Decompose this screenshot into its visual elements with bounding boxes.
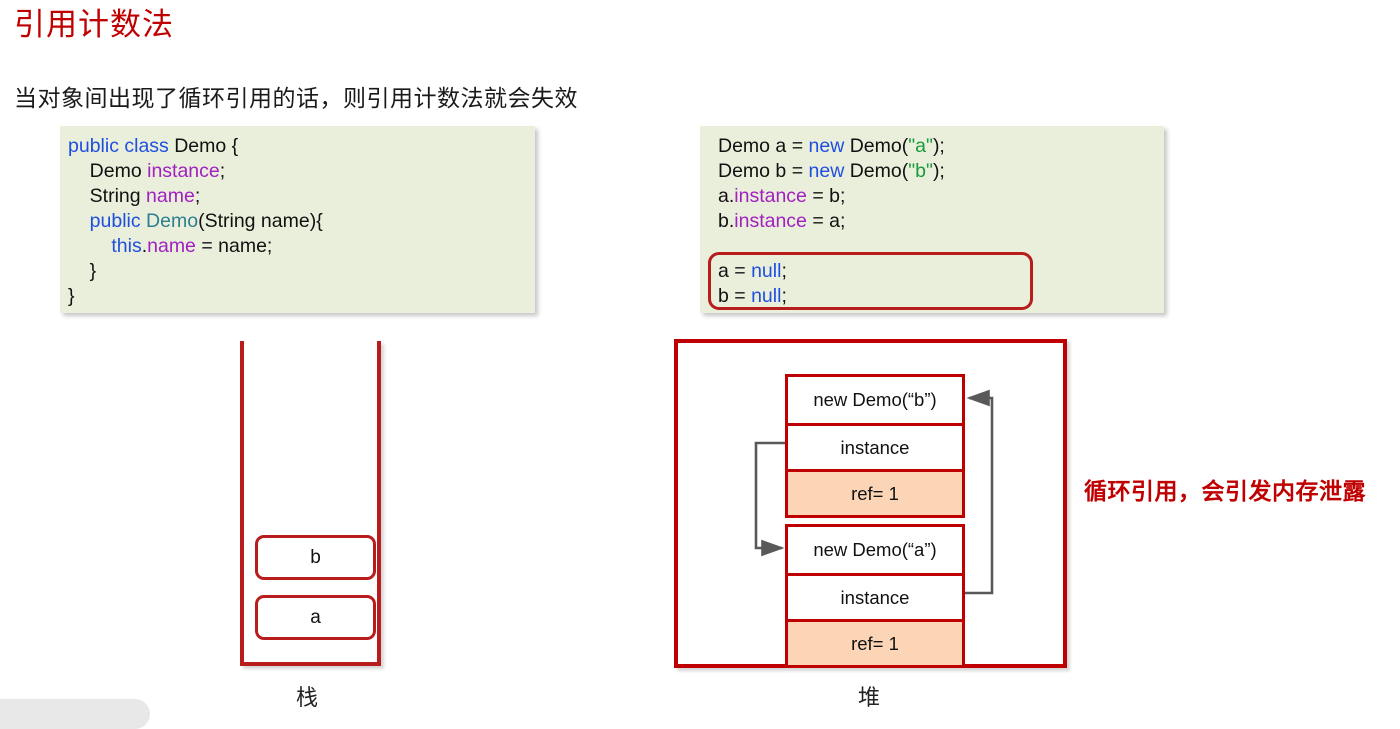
code-token: String (68, 185, 147, 207)
code-lines-right: Demo a = new Demo("a"); Demo b = new Demo… (718, 134, 1164, 309)
code-token: public (68, 210, 147, 232)
heap-caption: 堆 (858, 686, 881, 711)
heap-container: new Demo(“b”) instance ref= 1 new Demo(“… (674, 339, 1067, 668)
code-token: ); (932, 160, 945, 182)
code-token: Demo (146, 210, 199, 232)
heap-object-b: new Demo(“b”) instance ref= 1 (785, 374, 965, 518)
code-token: ; (219, 160, 226, 182)
code-lines-left: public class Demo { Demo instance; Strin… (68, 134, 535, 309)
memory-leak-annotation: 循环引用，会引发内存泄露 (1084, 478, 1366, 505)
arrow-b-instance-to-a (754, 441, 785, 557)
code-token: Demo( (844, 160, 909, 182)
code-line: Demo instance; (68, 159, 535, 184)
code-line: } (68, 284, 535, 309)
code-token: null (751, 260, 782, 282)
code-token: ; (781, 260, 787, 282)
arrow-a-instance-to-b (965, 389, 994, 595)
code-line: String name; (68, 184, 535, 209)
code-token: this (111, 235, 142, 257)
page-subtitle: 当对象间出现了循环引用的话，则引用计数法就会失效 (14, 86, 578, 112)
code-line: this.name = name; (68, 234, 535, 259)
heap-object-b-refcount: ref= 1 (788, 469, 962, 515)
stack-caption: 栈 (296, 686, 319, 711)
code-token: name (147, 235, 196, 257)
heap-object-b-instance-field: instance (788, 423, 962, 469)
code-line: Demo a = new Demo("a"); (718, 134, 1164, 159)
code-token: = b; (806, 185, 846, 207)
heap-object-a-title: new Demo(“a”) (788, 527, 962, 573)
heap-object-a: new Demo(“a”) instance ref= 1 (785, 524, 965, 668)
code-token: new (808, 160, 845, 182)
heap-object-a-instance-field: instance (788, 573, 962, 619)
code-token: instance (147, 160, 220, 182)
code-token: a. (718, 185, 735, 207)
code-token: Demo( (844, 135, 909, 157)
code-token: a = (718, 260, 752, 282)
code-token: b. (718, 210, 735, 232)
code-token: ; (194, 185, 201, 207)
code-line: b.instance = a; (718, 209, 1164, 234)
heap-object-a-refcount: ref= 1 (788, 619, 962, 665)
code-token: = name; (195, 235, 273, 257)
code-token: public class (68, 135, 175, 157)
code-token: } (68, 285, 75, 307)
code-token: Demo b = (718, 160, 809, 182)
code-line: Demo b = new Demo("b"); (718, 159, 1164, 184)
code-token: Demo (68, 160, 148, 182)
code-token: instance (734, 185, 807, 207)
code-line: b = null; (718, 284, 1164, 309)
code-token: ); (932, 135, 945, 157)
code-token: "a" (908, 135, 933, 157)
heap-object-b-title: new Demo(“b”) (788, 377, 962, 423)
bottom-left-bar (0, 699, 150, 729)
code-token: "b" (908, 160, 933, 182)
code-line: a = null; (718, 259, 1164, 284)
page-title: 引用计数法 (14, 7, 174, 43)
code-line: public class Demo { (68, 134, 535, 159)
code-token: null (751, 285, 782, 307)
code-line: a.instance = b; (718, 184, 1164, 209)
code-token: Demo a = (718, 135, 809, 157)
code-token: (String name){ (198, 210, 323, 232)
code-token: new (808, 135, 845, 157)
code-token: Demo { (174, 135, 239, 157)
stack-frame-a-label: a (310, 606, 321, 628)
stack-container: b a (240, 341, 381, 666)
stack-frame-a: a (255, 595, 376, 640)
code-token: } (68, 260, 97, 282)
code-token: b = (718, 285, 752, 307)
stack-frame-b: b (255, 535, 376, 580)
code-token: = a; (806, 210, 846, 232)
code-block-class-definition: public class Demo { Demo instance; Strin… (60, 126, 535, 313)
code-token: instance (734, 210, 807, 232)
code-block-usage: Demo a = new Demo("a"); Demo b = new Demo… (700, 126, 1164, 313)
stack-frame-b-label: b (310, 546, 321, 568)
code-token: ; (781, 285, 787, 307)
code-token: name (146, 185, 195, 207)
code-line: } (68, 259, 535, 284)
code-line: public Demo(String name){ (68, 209, 535, 234)
